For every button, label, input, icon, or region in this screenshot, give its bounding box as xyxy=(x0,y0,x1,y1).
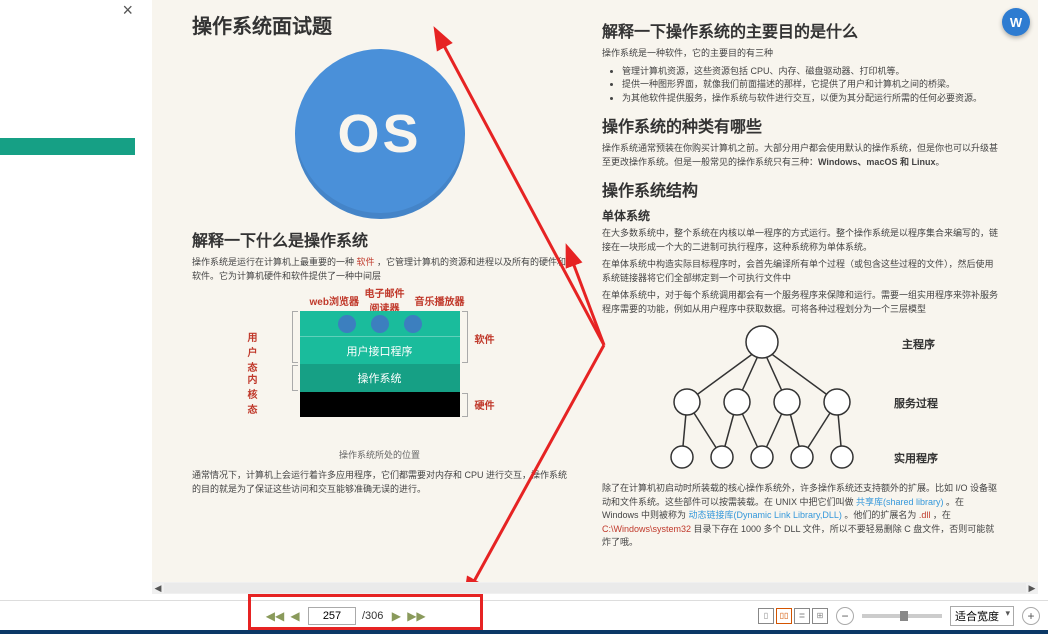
next-page-button[interactable]: ▶ xyxy=(389,609,403,623)
r-h3: 操作系统结构 xyxy=(602,177,1002,201)
hw-layer xyxy=(300,392,460,417)
document-viewport: 操作系统面试题 OS 解释一下什么是操作系统 操作系统是运行在计算机上最重要的一… xyxy=(152,0,1038,594)
ui-layer: 用户接口程序 xyxy=(300,336,460,364)
view-grid-icon[interactable]: ⊞ xyxy=(812,608,828,624)
zoom-thumb[interactable] xyxy=(900,611,908,621)
horizontal-scrollbar[interactable]: ◀ ▶ xyxy=(152,582,1038,594)
stack-caption: 操作系统所处的位置 xyxy=(192,448,567,461)
view-double-icon[interactable]: ▯▯ xyxy=(776,608,792,624)
page-right: 解释一下操作系统的主要目的是什么 操作系统是一种软件，它的主要目的有三种 管理计… xyxy=(592,0,1032,594)
zoom-out-button[interactable]: − xyxy=(836,607,854,625)
label-software: 软件 xyxy=(475,331,495,346)
view-single-icon[interactable]: ▯ xyxy=(758,608,774,624)
r-h2: 操作系统的种类有哪些 xyxy=(602,113,1002,137)
label-hardware: 硬件 xyxy=(475,397,495,412)
r-h1: 解释一下操作系统的主要目的是什么 xyxy=(602,18,1002,42)
left-title: 操作系统面试题 xyxy=(192,10,567,39)
os-layer: 操作系统 xyxy=(300,364,460,392)
label-kernelmode: 内核态 xyxy=(248,371,258,416)
first-page-button[interactable]: ◀◀ xyxy=(268,609,282,623)
scroll-left-icon[interactable]: ◀ xyxy=(152,583,164,594)
close-icon[interactable]: × xyxy=(122,0,133,21)
r-li1: 管理计算机资源，这些资源包括 CPU、内存、磁盘驱动器、打印机等。 xyxy=(622,65,1002,79)
r-p4: 在单体系统中构造实际目标程序时，会首先编译所有单个过程（或包含这些过程的文件），… xyxy=(602,258,1002,285)
zoom-in-button[interactable]: + xyxy=(1022,607,1040,625)
r-li2: 提供一种图形界面，就像我们前面描述的那样，它提供了用户和计算机之间的桥梁。 xyxy=(622,78,1002,92)
prev-page-button[interactable]: ◀ xyxy=(288,609,302,623)
apps-row xyxy=(300,311,460,336)
tree-service: 服务过程 xyxy=(894,395,938,411)
r-p1: 操作系统是一种软件，它的主要目的有三种 xyxy=(602,47,1002,61)
os-text: OS xyxy=(337,103,421,165)
scroll-right-icon[interactable]: ▶ xyxy=(1026,583,1038,594)
r-h3a: 单体系统 xyxy=(602,207,1002,224)
view-controls: ▯ ▯▯ ≣ ⊞ − 适合宽度 + xyxy=(758,606,1040,626)
left-p2: 通常情况下，计算机上会运行着许多应用程序，它们都需要对内存和 CPU 进行交互，… xyxy=(192,469,567,496)
taskbar xyxy=(0,630,1048,634)
side-accent xyxy=(0,138,135,155)
r-p5: 在单体系统中，对于每个系统调用都会有一个服务程序来保障和运行。需要一组实用程序来… xyxy=(602,289,1002,316)
word-export-button[interactable]: W xyxy=(1002,8,1030,36)
last-page-button[interactable]: ▶▶ xyxy=(409,609,423,623)
page-left: 操作系统面试题 OS 解释一下什么是操作系统 操作系统是运行在计算机上最重要的一… xyxy=(152,0,592,594)
tree-util: 实用程序 xyxy=(894,450,938,466)
label-web: web浏览器 xyxy=(310,293,359,308)
scroll-track[interactable] xyxy=(164,583,1026,593)
r-list: 管理计算机资源，这些资源包括 CPU、内存、磁盘驱动器、打印机等。 提供一种图形… xyxy=(602,65,1002,106)
layout-icons: ▯ ▯▯ ≣ ⊞ xyxy=(758,608,828,624)
left-h2: 解释一下什么是操作系统 xyxy=(192,227,567,251)
zoom-select[interactable]: 适合宽度 xyxy=(950,606,1014,626)
stack-diagram: web浏览器 电子邮件阅读器 音乐播放器 用户接口程序 操作系统 用户态 内核态… xyxy=(250,293,510,443)
page-total: /306 xyxy=(362,610,383,622)
tree-main: 主程序 xyxy=(902,336,935,352)
r-li3: 为其他软件提供服务，操作系统与软件进行交互，以便为其分配运行所需的任何必要资源。 xyxy=(622,92,1002,106)
label-music: 音乐播放器 xyxy=(415,293,465,308)
r-p6: 除了在计算机初启动时所装载的核心操作系统外，许多操作系统还支持额外的扩展。比如 … xyxy=(602,482,1002,550)
page-input[interactable] xyxy=(308,607,356,625)
os-circle-graphic: OS xyxy=(295,49,465,219)
zoom-slider[interactable] xyxy=(862,614,942,618)
label-usermode: 用户态 xyxy=(248,329,258,374)
r-p2: 操作系统通常预装在你购买计算机之前。大部分用户都会使用默认的操作系统，但是你也可… xyxy=(602,142,1002,169)
left-p1: 操作系统是运行在计算机上最重要的一种 软件 ，它管理计算机的资源和进程以及所有的… xyxy=(192,256,567,283)
pager: ◀◀ ◀ /306 ▶ ▶▶ xyxy=(268,607,423,625)
view-cont-icon[interactable]: ≣ xyxy=(794,608,810,624)
r-p3: 在大多数系统中，整个系统在内核以单一程序的方式运行。整个操作系统是以程序集合来编… xyxy=(602,227,1002,254)
bottom-toolbar: ◀◀ ◀ /306 ▶ ▶▶ ▯ ▯▯ ≣ ⊞ − 适合宽度 + xyxy=(0,600,1048,630)
tree-diagram: 主程序 服务过程 实用程序 xyxy=(632,322,972,482)
